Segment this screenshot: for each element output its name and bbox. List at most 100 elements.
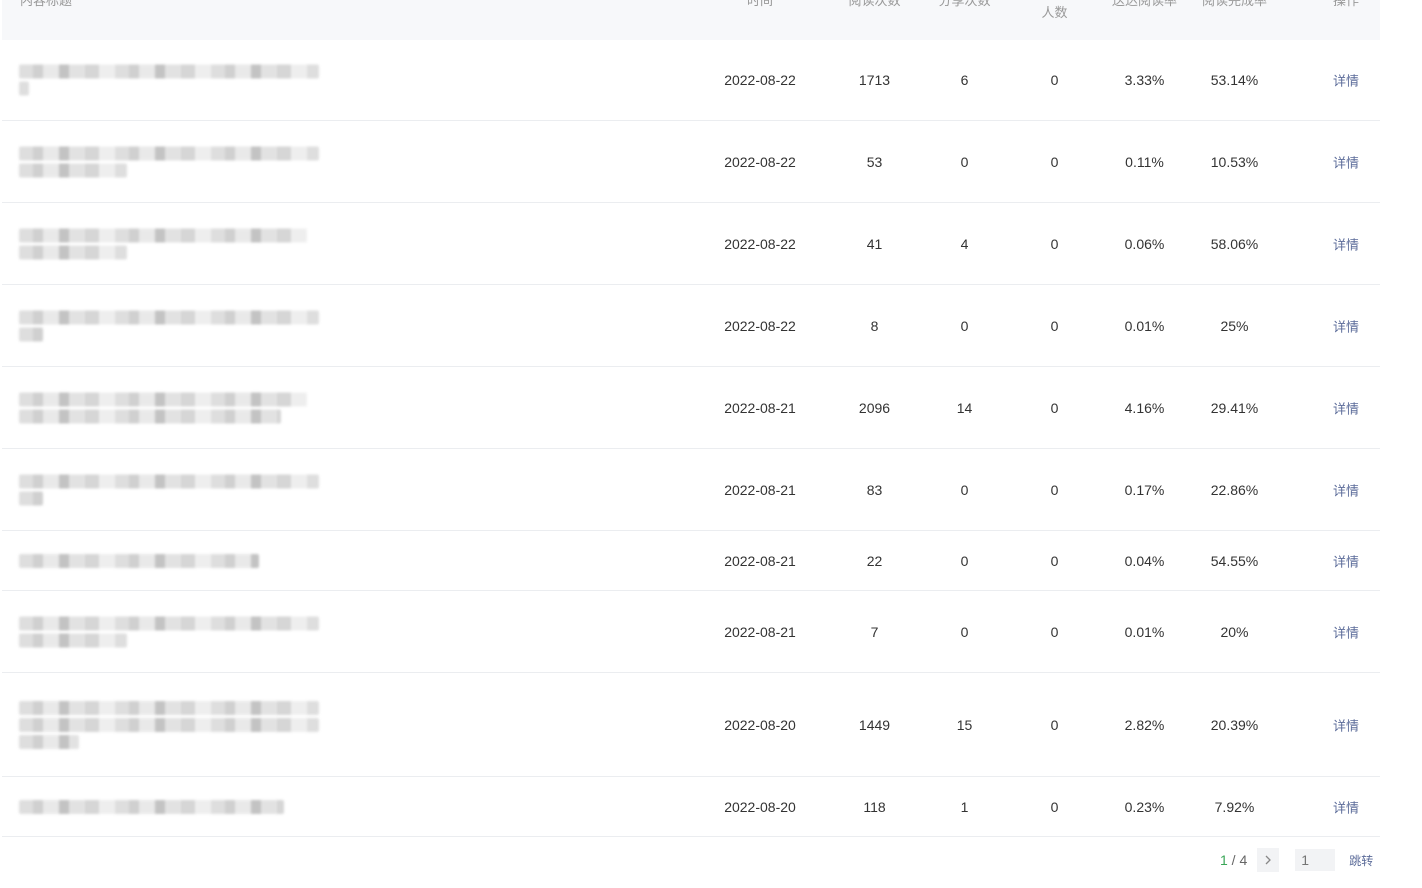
cell-complete-rate: 29.41% [1210, 399, 1259, 416]
blurred-title-line [19, 245, 127, 259]
cell-shares: 0 [960, 153, 969, 170]
blurred-title-line [19, 700, 319, 715]
page-current: 1 [1220, 852, 1228, 868]
cell-people: 0 [1050, 153, 1059, 170]
cell-people: 0 [1050, 716, 1059, 733]
cell-people: 0 [1050, 399, 1059, 416]
cell-complete-rate: 20.39% [1210, 716, 1259, 733]
cell-shares: 1 [960, 798, 969, 815]
blurred-title-line [19, 310, 319, 324]
cell-complete-rate: 10.53% [1210, 153, 1259, 170]
blurred-title-line [19, 717, 319, 732]
detail-link[interactable]: 详情 [1312, 480, 1380, 499]
cell-date: 2022-08-22 [724, 235, 796, 252]
cell-reach-rate: 0.11% [1125, 153, 1164, 170]
cell-people: 0 [1050, 72, 1059, 88]
cell-shares: 6 [960, 72, 969, 88]
blurred-title-line [19, 228, 307, 242]
blurred-title-line [19, 474, 319, 488]
cell-reach-rate: 0.01% [1124, 317, 1165, 334]
detail-link[interactable]: 详情 [1312, 152, 1380, 171]
page-jump-input[interactable] [1295, 849, 1336, 871]
cell-date: 2022-08-20 [724, 716, 796, 733]
header-complete-rate: 阅读完成率 [1201, 0, 1267, 8]
cell-reads: 53 [866, 153, 883, 170]
cell-date: 2022-08-22 [724, 317, 796, 334]
cell-people: 0 [1050, 552, 1059, 569]
cell-reads: 1449 [858, 716, 891, 733]
cell-reads: 83 [866, 481, 883, 498]
data-table: 内容标题 时间 阅读次数 分享次数 人数 送达阅读率 阅读完成率 操作 2022… [2, 0, 1380, 837]
blurred-title [19, 471, 319, 508]
cell-complete-rate: 22.86% [1210, 481, 1259, 498]
cell-reads: 2096 [858, 399, 891, 416]
cell-reach-rate: 0.04% [1124, 552, 1165, 569]
blurred-title [19, 613, 319, 650]
chevron-right-icon [1265, 855, 1272, 865]
cell-reads: 8 [870, 317, 879, 334]
blurred-title [19, 698, 319, 752]
cell-complete-rate: 54.55% [1210, 552, 1259, 569]
cell-reach-rate: 0.17% [1124, 481, 1165, 498]
cell-date: 2022-08-22 [724, 153, 796, 170]
next-page-button[interactable] [1257, 848, 1280, 872]
cell-date: 2022-08-21 [724, 623, 796, 640]
cell-reach-rate: 2.82% [1124, 716, 1165, 733]
detail-link[interactable]: 详情 [1312, 797, 1380, 816]
cell-reads: 118 [863, 798, 886, 815]
table-row: 2022-08-21 2096 14 0 4.16% 29.41% 详情 [2, 367, 1380, 449]
cell-shares: 0 [960, 317, 969, 334]
table-row: 2022-08-20 118 1 0 0.23% 7.92% 详情 [2, 777, 1380, 837]
blurred-title [19, 797, 284, 817]
cell-complete-rate: 58.06% [1210, 235, 1259, 252]
blurred-title-line [19, 392, 307, 406]
header-reads: 阅读次数 [848, 0, 901, 8]
blurred-title [19, 551, 259, 571]
pagination: 1 / 4 跳转 [1220, 847, 1373, 873]
blurred-title-line [19, 64, 319, 79]
detail-link[interactable]: 详情 [1312, 715, 1380, 734]
detail-link[interactable]: 详情 [1312, 234, 1380, 253]
table-row: 2022-08-21 22 0 0 0.04% 54.55% 详情 [2, 531, 1380, 591]
table-header: 内容标题 时间 阅读次数 分享次数 人数 送达阅读率 阅读完成率 操作 [2, 0, 1380, 40]
table-row: 2022-08-22 8 0 0 0.01% 25% 详情 [2, 285, 1380, 367]
cell-people: 0 [1050, 235, 1059, 252]
blurred-title [19, 307, 319, 344]
table-row: 2022-08-22 41 4 0 0.06% 58.06% 详情 [2, 203, 1380, 285]
cell-complete-rate: 20% [1220, 623, 1249, 640]
table-body: 2022-08-22 1713 6 0 3.33% 53.14% 详情 2022-08-22 5… [2, 40, 1380, 837]
table-row: 2022-08-21 7 0 0 0.01% 20% 详情 [2, 591, 1380, 673]
detail-link[interactable]: 详情 [1312, 398, 1380, 417]
cell-reach-rate: 4.16% [1124, 399, 1165, 416]
cell-shares: 14 [956, 399, 973, 416]
cell-reads: 41 [866, 235, 883, 252]
detail-link[interactable]: 详情 [1312, 316, 1380, 335]
cell-reads: 22 [866, 552, 883, 569]
blurred-title-line [19, 146, 319, 160]
blurred-title [19, 143, 319, 180]
cell-complete-rate: 7.92% [1214, 798, 1255, 815]
header-reach-rate: 送达阅读率 [1111, 0, 1177, 8]
header-action: 操作 [1332, 0, 1359, 8]
cell-date: 2022-08-20 [724, 798, 796, 815]
table-row: 2022-08-21 83 0 0 0.17% 22.86% 详情 [2, 449, 1380, 531]
detail-link[interactable]: 详情 [1312, 551, 1380, 570]
cell-date: 2022-08-22 [724, 72, 796, 88]
cell-shares: 0 [960, 552, 969, 569]
cell-reach-rate: 0.01% [1124, 623, 1165, 640]
blurred-title [19, 225, 307, 262]
blurred-title-line [19, 81, 29, 96]
cell-shares: 0 [960, 623, 969, 640]
cell-reads: 7 [870, 623, 879, 640]
header-title: 内容标题 [20, 0, 73, 8]
cell-shares: 0 [960, 481, 969, 498]
blurred-title [19, 62, 319, 99]
cell-date: 2022-08-21 [724, 399, 796, 416]
cell-date: 2022-08-21 [724, 552, 796, 569]
cell-reach-rate: 0.06% [1124, 235, 1165, 252]
detail-link[interactable]: 详情 [1312, 71, 1380, 90]
page-jump-button[interactable]: 跳转 [1349, 852, 1373, 869]
detail-link[interactable]: 详情 [1312, 622, 1380, 641]
table-row: 2022-08-22 53 0 0 0.11% 10.53% 详情 [2, 121, 1380, 203]
cell-complete-rate: 25% [1220, 317, 1249, 334]
